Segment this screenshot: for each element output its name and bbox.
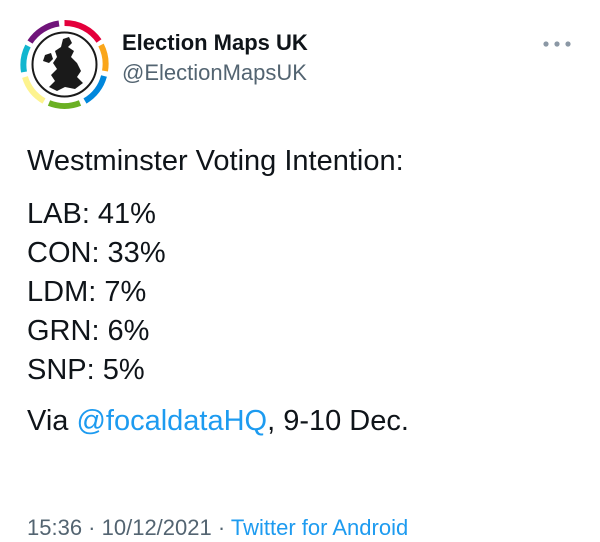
more-options-icon[interactable] xyxy=(540,37,574,51)
election-maps-uk-logo-icon xyxy=(19,19,110,110)
via-prefix: Via xyxy=(27,405,77,437)
tweet-meta: 15:36 · 10/12/2021 · Twitter for Android xyxy=(27,515,408,541)
avatar[interactable] xyxy=(19,19,110,110)
result-line-snp: SNP: 5% xyxy=(27,354,145,386)
tweet-date[interactable]: 10/12/2021 xyxy=(102,515,212,540)
tweet-time[interactable]: 15:36 xyxy=(27,515,82,540)
result-line-con: CON: 33% xyxy=(27,237,166,269)
tweet-heading: Westminster Voting Intention: xyxy=(27,145,404,177)
tweet-source-link[interactable]: Twitter for Android xyxy=(231,515,408,540)
mention-link[interactable]: @focaldataHQ xyxy=(76,405,267,437)
result-line-lab: LAB: 41% xyxy=(27,198,156,230)
via-line: Via @focaldataHQ, 9-10 Dec. xyxy=(27,402,409,441)
result-line-grn: GRN: 6% xyxy=(27,315,150,347)
result-line-ldm: LDM: 7% xyxy=(27,276,147,308)
meta-separator-2: · xyxy=(211,515,231,540)
author-display-name[interactable]: Election Maps UK xyxy=(122,30,308,56)
tweet-text: Westminster Voting Intention: LAB: 41% C… xyxy=(27,142,409,441)
via-suffix: , 9-10 Dec. xyxy=(267,405,409,437)
author-handle[interactable]: @ElectionMapsUK xyxy=(122,60,307,86)
meta-separator: · xyxy=(82,515,102,540)
